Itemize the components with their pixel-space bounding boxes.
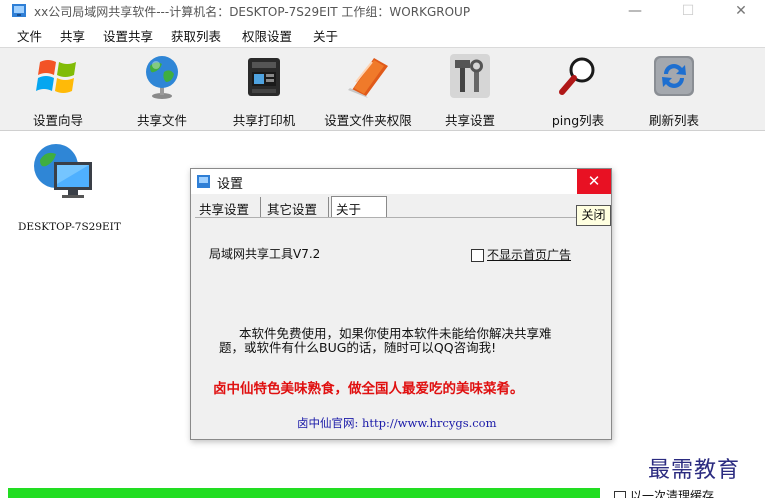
toolbar-folder-permissions-button[interactable]: 设置文件夹权限 (316, 52, 420, 128)
menu-set-share[interactable]: 设置共享 (103, 26, 153, 45)
toolbar-label: 共享文件 (136, 113, 187, 128)
computer-icon[interactable] (32, 140, 96, 204)
toolbar-label: ping列表 (551, 113, 605, 128)
windows-logo-icon (36, 60, 76, 93)
menu-get-list[interactable]: 获取列表 (171, 26, 221, 45)
app-icon (12, 4, 26, 17)
dialog-app-icon (197, 175, 210, 188)
printer-icon (248, 58, 280, 96)
toolbar-refresh-list-button[interactable]: 刷新列表 (638, 52, 710, 128)
dialog-close-button[interactable]: 关闭 (576, 205, 611, 226)
menu-permissions[interactable]: 权限设置 (242, 26, 292, 45)
tab-share-settings[interactable]: 共享设置 (195, 197, 261, 218)
computer-name-label[interactable]: DESKTOP-7S29EIT (18, 221, 121, 233)
dialog-close-x-button[interactable]: ✕ (577, 169, 611, 194)
hide-ads-label[interactable]: 不显示首页广告 (487, 246, 571, 263)
menu-bar: 文件 共享 设置共享 获取列表 权限设置 关于 (0, 22, 765, 46)
ad-text: 卤中仙特色美味熟食，做全国人最爱吃的美味菜肴。 (213, 381, 524, 397)
clear-cache-checkbox[interactable] (614, 491, 626, 498)
tab-other-settings[interactable]: 其它设置 (263, 197, 329, 218)
toolbar-share-settings-button[interactable]: 共享设置 (434, 52, 506, 128)
globe-icon (146, 56, 178, 99)
progress-fill (8, 488, 600, 498)
watermark: 最需教育 (648, 458, 741, 483)
tab-about[interactable]: 关于 (331, 196, 387, 218)
toolbar-label: 共享设置 (444, 113, 495, 128)
clear-cache-label[interactable]: 以一次清理缓存 (630, 487, 714, 498)
title-bar: xx公司局域网共享软件---计算机名：DESKTOP-7S29EIT 工作组：W… (0, 0, 765, 22)
settings-dialog: 设置 ✕ 共享设置 其它设置 关于 关闭 局域网共享工具V7.2 不显示首页广告… (190, 168, 612, 440)
toolbar-label: 设置文件夹权限 (324, 113, 412, 128)
folder-book-icon (348, 58, 388, 98)
minimize-button[interactable]: — (612, 0, 658, 22)
toolbar-share-printer-button[interactable]: 共享打印机 (224, 52, 304, 128)
version-label: 局域网共享工具V7.2 (209, 247, 321, 261)
menu-file[interactable]: 文件 (17, 26, 42, 45)
description-line-2: 题，或软件有什么BUG的话，随时可以QQ咨询我! (219, 340, 497, 355)
tools-icon (450, 54, 490, 98)
maximize-button[interactable]: ☐ (665, 0, 711, 22)
window-close-button[interactable]: ✕ (718, 0, 764, 22)
toolbar-label: 共享打印机 (232, 113, 296, 128)
menu-share[interactable]: 共享 (60, 26, 85, 45)
toolbar-setup-wizard-button[interactable]: 设置向导 (22, 52, 94, 128)
toolbar-share-file-button[interactable]: 共享文件 (126, 52, 198, 128)
toolbar-label: 设置向导 (32, 113, 83, 128)
magnifier-icon (559, 57, 595, 95)
dialog-title-bar: 设置 ✕ (191, 169, 611, 194)
dialog-title: 设置 (217, 177, 244, 192)
progress-bar (8, 488, 600, 498)
window-title: xx公司局域网共享软件---计算机名：DESKTOP-7S29EIT 工作组：W… (34, 5, 471, 19)
toolbar-label: 刷新列表 (648, 113, 699, 128)
hide-ads-checkbox[interactable] (471, 249, 484, 262)
tab-panel-divider (195, 217, 607, 218)
refresh-icon (654, 56, 694, 96)
official-site-link[interactable]: 卤中仙官网: http://www.hrcygs.com (297, 415, 497, 431)
menu-about[interactable]: 关于 (313, 26, 338, 45)
toolbar-ping-list-button[interactable]: ping列表 (542, 52, 614, 128)
toolbar: 设置向导 共享文件 共享打印机 设置文件夹权限 共享设置 ping列表 刷新列表 (0, 47, 765, 131)
